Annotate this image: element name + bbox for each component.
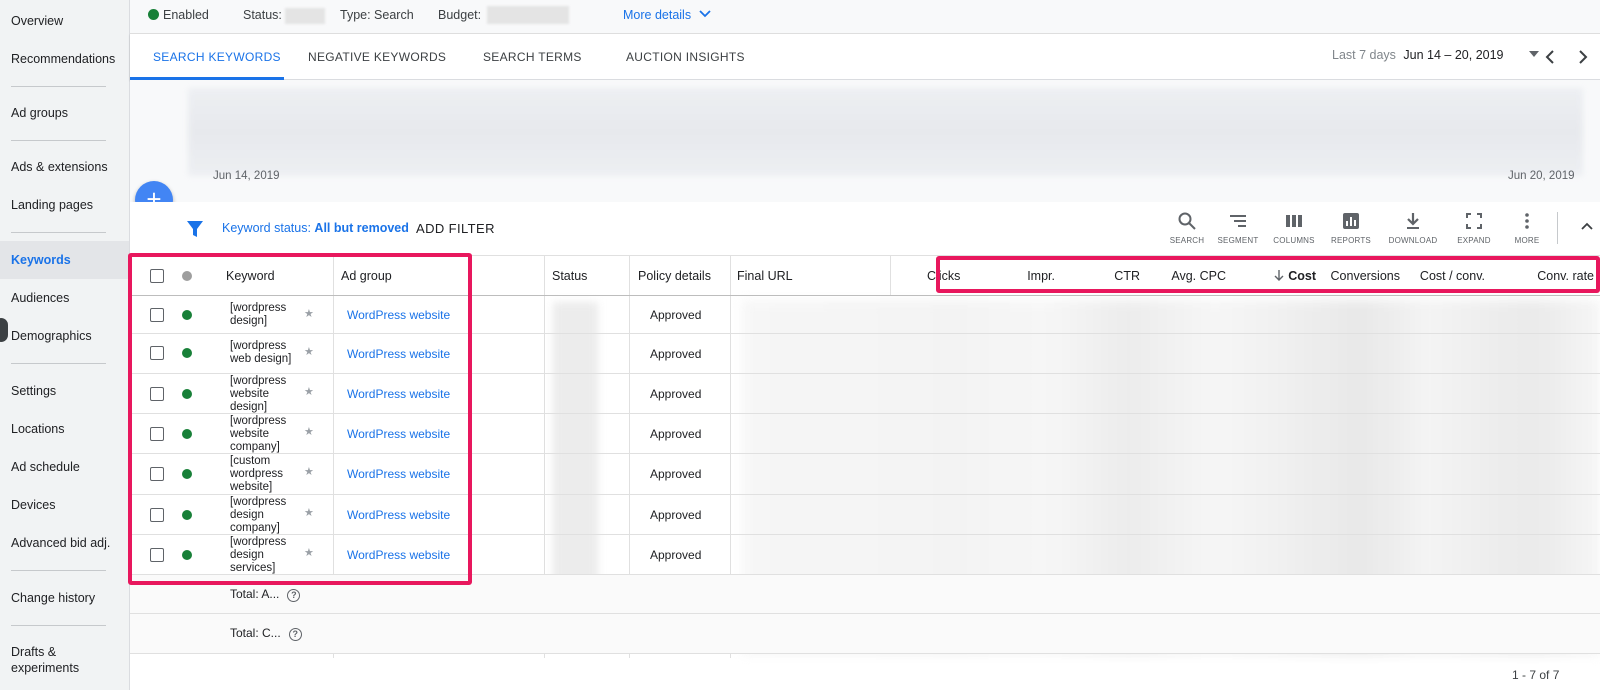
columns-icon (1286, 215, 1302, 227)
search-icon (1178, 212, 1196, 230)
tab-negative-keywords[interactable]: NEGATIVE KEYWORDS (308, 50, 446, 64)
sidebar-item-keywords[interactable]: Keywords (0, 241, 129, 279)
toolbar-divider (1557, 212, 1558, 244)
sidebar-divider (11, 570, 106, 571)
sidebar-divider (11, 232, 106, 233)
total-row: Total: C...? (130, 614, 1600, 654)
filter-toolbar: Keyword status: All but removed ADD FILT… (130, 202, 1600, 256)
keyword-tabs: SEARCH KEYWORDS NEGATIVE KEYWORDS SEARCH… (130, 34, 1600, 80)
sidebar-nav: Overview Recommendations Ad groups Ads &… (0, 0, 130, 690)
keyword-status-filter[interactable]: Keyword status: All but removed (222, 221, 409, 235)
sidebar-item-recommendations[interactable]: Recommendations (0, 51, 129, 67)
filter-icon[interactable] (187, 221, 203, 237)
columns-tool[interactable]: COLUMNS (1264, 212, 1324, 245)
enabled-status[interactable]: Enabled (148, 8, 209, 22)
highlight-keyword-columns (128, 253, 472, 585)
sidebar-item-ads-extensions[interactable]: Ads & extensions (0, 159, 129, 175)
expand-icon (1466, 213, 1482, 229)
add-filter-button[interactable]: ADD FILTER (416, 221, 495, 236)
dropdown-arrow-icon (1529, 51, 1539, 57)
help-icon[interactable]: ? (287, 589, 301, 602)
sidebar-item-settings[interactable]: Settings (0, 383, 129, 399)
final-url-column-header[interactable]: Final URL (737, 269, 793, 283)
status-label: Status: (243, 8, 282, 22)
sidebar-item-audiences[interactable]: Audiences (0, 290, 129, 306)
sidebar-divider (11, 363, 106, 364)
pagination-info: 1 - 7 of 7 (1512, 668, 1560, 682)
sidebar-item-landing-pages[interactable]: Landing pages (0, 197, 129, 213)
sidebar-item-ad-schedule[interactable]: Ad schedule (0, 459, 129, 475)
expand-tool[interactable]: EXPAND (1444, 212, 1504, 245)
date-range-label: Last 7 days (1332, 48, 1396, 62)
next-period-icon[interactable] (1578, 50, 1588, 64)
enabled-dot-icon (148, 9, 159, 20)
date-range-selector[interactable]: Last 7 days Jun 14 – 20, 2019 (1332, 48, 1539, 62)
segment-tool[interactable]: SEGMENT (1208, 212, 1268, 245)
total-label: Total: C...? (230, 626, 302, 641)
budget-value-redacted (487, 6, 569, 24)
sidebar-item-advanced-bid-adj[interactable]: Advanced bid adj. (0, 535, 129, 551)
previous-period-icon[interactable] (1545, 50, 1555, 64)
tab-auction-insights[interactable]: AUCTION INSIGHTS (626, 50, 745, 64)
date-range-value: Jun 14 – 20, 2019 (1403, 48, 1504, 62)
chart-end-date: Jun 20, 2019 (1508, 170, 1575, 182)
highlight-metric-columns (936, 256, 1600, 293)
performance-chart: Jun 14, 2019 Jun 20, 2019 (130, 80, 1600, 202)
policy-status: Approved (650, 467, 702, 481)
campaign-status-bar: Enabled Status: Type: Search Budget: Mor… (130, 0, 1600, 34)
status-value-redacted (285, 8, 325, 24)
segment-icon (1230, 215, 1246, 227)
chart-redacted (188, 88, 1583, 176)
sidebar-divider (11, 140, 106, 141)
sidebar-item-ad-groups[interactable]: Ad groups (0, 105, 129, 121)
more-tool[interactable]: MORE (1497, 212, 1557, 245)
type-label: Type: Search (340, 8, 414, 22)
more-details-link[interactable]: More details (623, 8, 711, 22)
help-icon[interactable]: ? (288, 628, 302, 641)
policy-status: Approved (650, 387, 702, 401)
policy-status: Approved (650, 308, 702, 322)
tab-search-terms[interactable]: SEARCH TERMS (483, 50, 582, 64)
reports-tool[interactable]: REPORTS (1321, 212, 1381, 245)
more-vert-icon (1525, 213, 1529, 229)
sidebar-item-change-history[interactable]: Change history (0, 590, 129, 606)
sidebar-divider (11, 625, 106, 626)
reports-icon (1343, 213, 1359, 229)
chevron-down-icon (698, 10, 711, 18)
policy-status: Approved (650, 508, 702, 522)
chart-start-date: Jun 14, 2019 (213, 170, 280, 182)
policy-status: Approved (650, 548, 702, 562)
sidebar-collapse-handle[interactable] (0, 318, 8, 342)
policy-status: Approved (650, 347, 702, 361)
policy-status: Approved (650, 427, 702, 441)
sidebar-divider (11, 86, 106, 87)
status-column-header[interactable]: Status (552, 269, 587, 283)
collapse-up-icon[interactable] (1581, 222, 1593, 230)
sidebar-item-drafts-experiments[interactable]: Drafts & experiments (0, 644, 100, 676)
policy-column-header[interactable]: Policy details (638, 269, 711, 283)
download-tool[interactable]: DOWNLOAD (1383, 212, 1443, 245)
sidebar-item-overview[interactable]: Overview (0, 13, 129, 29)
download-icon (1407, 213, 1419, 229)
budget-label: Budget: (438, 8, 482, 22)
sidebar-item-demographics[interactable]: Demographics (0, 328, 129, 344)
sidebar-item-devices[interactable]: Devices (0, 497, 129, 513)
tab-search-keywords[interactable]: SEARCH KEYWORDS (153, 50, 281, 64)
total-label: Total: A...? (230, 587, 301, 602)
sidebar-item-locations[interactable]: Locations (0, 421, 129, 437)
